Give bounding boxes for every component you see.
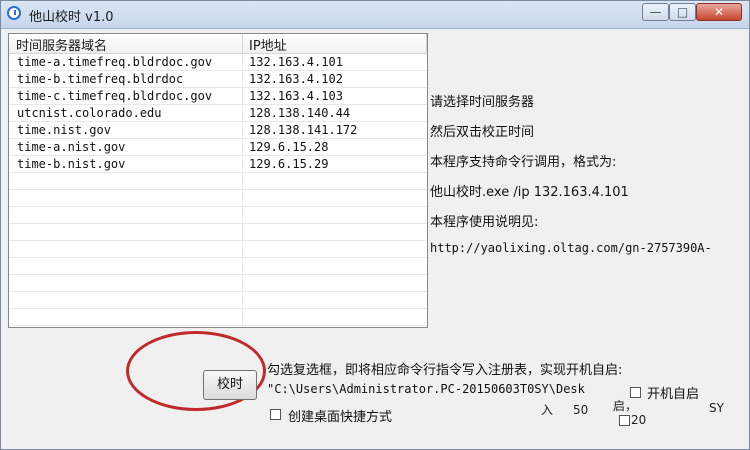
overlay-fragment: 启，	[613, 399, 638, 413]
server-domain: time-b.nist.gov	[17, 157, 126, 171]
list-item[interactable]: time-b.timefreq.bldrdoc 132.163.4.102	[9, 71, 427, 88]
empty-row	[9, 224, 427, 241]
overlay-checkbox[interactable]	[619, 415, 630, 426]
list-item[interactable]: time-c.timefreq.bldrdoc.gov 132.163.4.103	[9, 88, 427, 105]
server-ip: 129.6.15.29	[249, 157, 329, 171]
close-button[interactable]: ✕	[696, 3, 742, 21]
minimize-button[interactable]: —	[642, 3, 669, 21]
list-header: 时间服务器域名 IP地址	[9, 34, 427, 54]
server-ip: 128.138.140.44	[249, 106, 351, 120]
server-ip: 132.163.4.102	[249, 72, 343, 86]
column-header-domain[interactable]: 时间服务器域名	[16, 35, 107, 54]
overlay-fragment: SY	[709, 401, 724, 415]
autostart-hint: 勾选复选框，即将相应命令行指令写入注册表，实现开机自启:	[267, 363, 623, 378]
empty-row	[9, 190, 427, 207]
clock-icon	[7, 6, 21, 20]
empty-row	[9, 292, 427, 309]
server-ip: 132.163.4.101	[249, 55, 343, 69]
list-item[interactable]: time-b.nist.gov 129.6.15.29	[9, 156, 427, 173]
server-domain: time-b.timefreq.bldrdoc	[17, 72, 184, 86]
empty-row	[9, 173, 427, 190]
shortcut-label: 创建桌面快捷方式	[288, 410, 393, 425]
list-item[interactable]: time-a.timefreq.bldrdoc.gov 132.163.4.101	[9, 54, 427, 71]
overlay-fragment: 50	[573, 403, 589, 417]
app-window: 他山校时 v1.0 — □ ✕ 时间服务器域名 IP地址 time-a.time…	[0, 0, 750, 450]
server-list[interactable]: 时间服务器域名 IP地址 time-a.timefreq.bldrdoc.gov…	[8, 33, 428, 328]
window-title: 他山校时 v1.0	[29, 10, 114, 25]
instruction-cli: 本程序支持命令行调用，格式为:	[430, 155, 617, 170]
overlay-fragment: 入	[541, 403, 554, 417]
server-domain: time-a.nist.gov	[17, 140, 126, 154]
empty-row	[9, 275, 427, 292]
overlay-fragment: 20	[631, 413, 647, 427]
column-header-ip[interactable]: IP地址	[249, 35, 287, 54]
instruction-doubleclick: 然后双击校正时间	[430, 125, 535, 140]
manual-url: http://yaolixing.oltag.com/gn-2757390A-	[430, 241, 712, 255]
column-divider[interactable]	[242, 34, 243, 53]
instruction-select: 请选择时间服务器	[430, 95, 535, 110]
empty-row	[9, 309, 427, 326]
maximize-button[interactable]: □	[669, 3, 696, 21]
instruction-cli-example: 他山校时.exe /ip 132.163.4.101	[430, 185, 629, 200]
server-ip: 128.138.141.172	[249, 123, 358, 137]
autostart-label: 开机自启	[647, 387, 700, 402]
sync-time-button[interactable]: 校时	[203, 370, 257, 400]
instruction-manual: 本程序使用说明见:	[430, 215, 539, 230]
server-ip: 129.6.15.28	[249, 140, 329, 154]
list-item[interactable]: time-a.nist.gov 129.6.15.28	[9, 139, 427, 156]
column-divider[interactable]	[426, 34, 427, 53]
empty-row	[9, 207, 427, 224]
list-rows: time-a.timefreq.bldrdoc.gov 132.163.4.101…	[9, 54, 427, 326]
server-domain: time.nist.gov	[17, 123, 111, 137]
empty-row	[9, 241, 427, 258]
server-domain: time-c.timefreq.bldrdoc.gov	[17, 89, 213, 103]
server-domain: time-a.timefreq.bldrdoc.gov	[17, 55, 213, 69]
list-item[interactable]: utcnist.colorado.edu 128.138.140.44	[9, 105, 427, 122]
server-ip: 132.163.4.103	[249, 89, 343, 103]
empty-row	[9, 258, 427, 275]
title-bar[interactable]: 他山校时 v1.0 — □ ✕	[1, 1, 749, 29]
shortcut-checkbox[interactable]	[270, 409, 281, 420]
list-item[interactable]: time.nist.gov 128.138.141.172	[9, 122, 427, 139]
command-line-text: "C:\Users\Administrator.PC-20150603T0SY\…	[267, 382, 585, 396]
server-domain: utcnist.colorado.edu	[17, 106, 162, 120]
